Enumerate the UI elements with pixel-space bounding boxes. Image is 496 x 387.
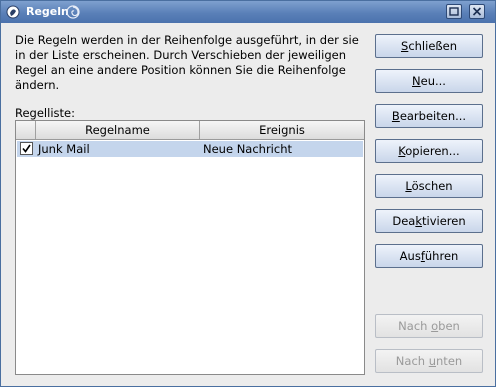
close-window-button[interactable] — [469, 4, 485, 19]
new-rule-button[interactable]: Neu... — [375, 69, 483, 93]
delete-rule-button[interactable]: Löschen — [375, 174, 483, 198]
rule-event-cell: Neue Nachricht — [203, 142, 293, 156]
table-row[interactable]: Junk Mail Neue Nachricht — [17, 141, 363, 157]
header-checkbox-column[interactable] — [16, 121, 36, 139]
intro-text: Die Regeln werden in der Reihenfolge aus… — [15, 33, 359, 92]
maximize-button[interactable] — [446, 4, 462, 19]
rules-dialog: Regeln Die Regeln werden in der Reihenfo… — [0, 0, 496, 387]
rule-name-cell: Junk Mail — [38, 142, 90, 156]
column-header-event[interactable]: Ereignis — [200, 121, 364, 139]
maximize-icon — [449, 7, 459, 16]
rule-list-label: Regelliste: — [15, 106, 75, 120]
checkmark-icon — [22, 144, 31, 153]
disable-rule-button[interactable]: Deaktivieren — [375, 209, 483, 233]
table-header: Regelname Ereignis — [16, 121, 364, 140]
rule-table[interactable]: Regelname Ereignis Junk Mail Neue Nachri… — [15, 120, 365, 375]
app-icon — [6, 5, 20, 19]
edit-rule-button[interactable]: Bearbeiten... — [375, 104, 483, 128]
title-bar[interactable]: Regeln — [1, 1, 495, 23]
run-rules-button[interactable]: Ausführen — [375, 244, 483, 268]
column-header-rule-name[interactable]: Regelname — [36, 121, 200, 139]
close-icon — [472, 7, 482, 16]
rule-enabled-checkbox[interactable] — [20, 142, 33, 155]
window-title: Regeln — [26, 5, 69, 18]
swirl-icon — [66, 5, 80, 19]
move-up-button[interactable]: Nach oben — [375, 314, 483, 338]
close-button[interactable]: Schließen — [375, 34, 483, 58]
move-down-button[interactable]: Nach unten — [375, 349, 483, 373]
copy-rule-button[interactable]: Kopieren... — [375, 139, 483, 163]
